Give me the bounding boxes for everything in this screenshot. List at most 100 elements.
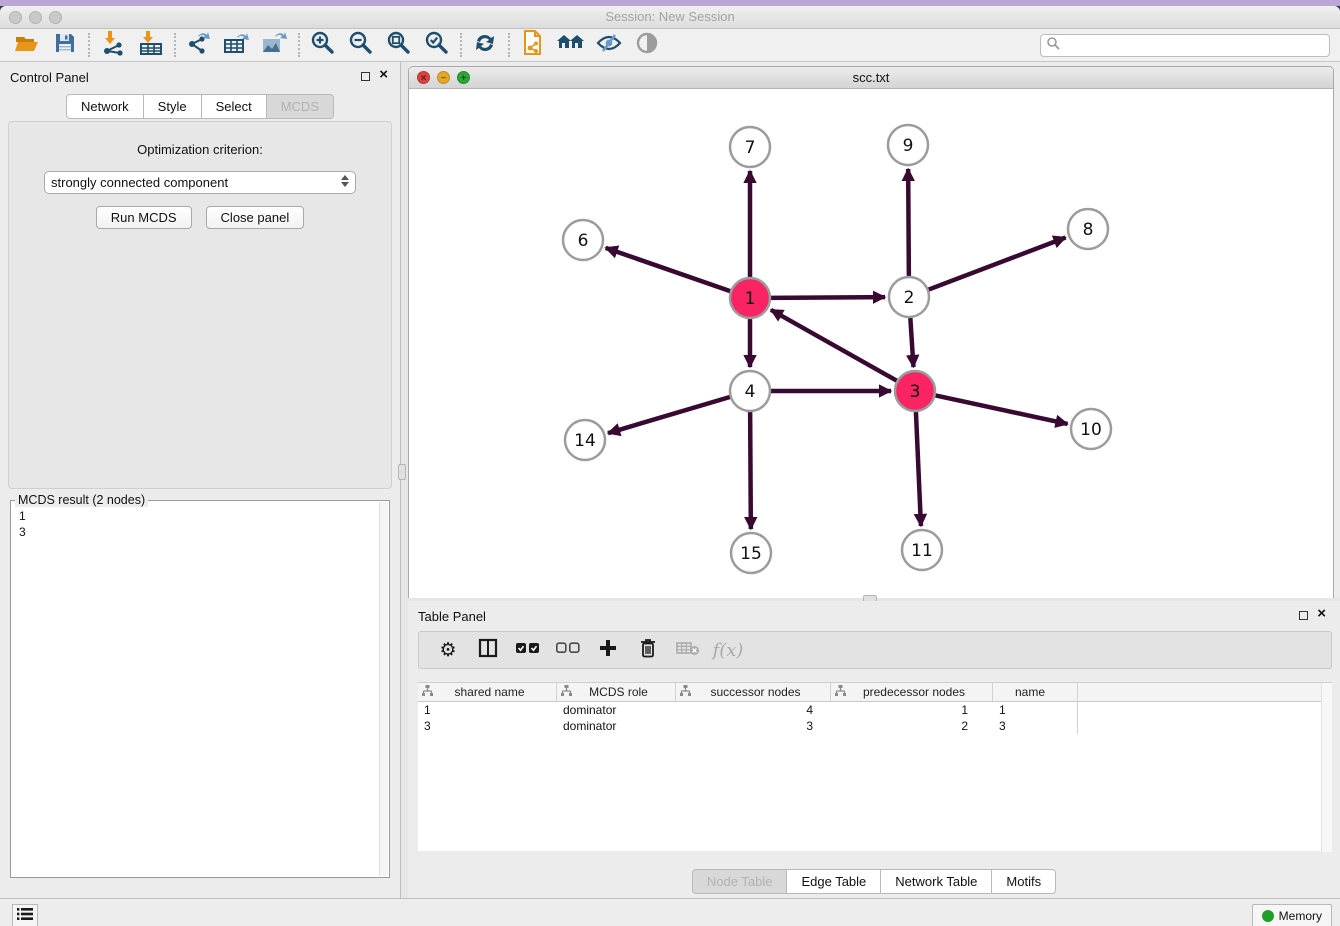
node-label-4: 4 [745, 382, 756, 402]
float-table-panel-icon[interactable] [1299, 611, 1308, 620]
optimization-select[interactable]: strongly connected component [44, 171, 356, 194]
import-network-button[interactable] [94, 31, 132, 59]
duplicate-network-button[interactable] [514, 31, 552, 59]
mcds-result-groupbox: MCDS result (2 nodes) 1 3 [10, 500, 390, 878]
network-frame-title: scc.txt [409, 70, 1333, 85]
edge-3-11[interactable] [916, 412, 921, 526]
import-table-icon [138, 30, 164, 61]
zoom-in-icon [310, 30, 336, 61]
network-graph[interactable]: 7968124314101511 [409, 89, 1333, 598]
edge-4-15[interactable] [750, 412, 751, 529]
table-scrollbar[interactable] [1321, 683, 1332, 852]
toolbar-search-field[interactable] [1040, 34, 1330, 57]
select-all-button[interactable] [513, 635, 543, 665]
column-layout-button[interactable] [473, 635, 503, 665]
tab-network-table[interactable]: Network Table [881, 869, 992, 894]
edge-3-10[interactable] [936, 395, 1068, 424]
column-header-predecessor-nodes[interactable]: predecessor nodes [831, 683, 993, 701]
deselect-all-icon [556, 641, 580, 659]
close-table-panel-icon[interactable]: × [1317, 606, 1326, 621]
search-icon [1046, 36, 1061, 56]
tab-style[interactable]: Style [144, 94, 202, 119]
fx-icon: f(x) [713, 640, 744, 661]
node-table: shared name MCDS role successor nodes pr… [418, 682, 1332, 851]
export-network-button[interactable] [180, 31, 218, 59]
panel-split-divider[interactable] [400, 62, 408, 898]
edge-2-3[interactable] [910, 318, 913, 367]
refresh-icon [473, 31, 497, 60]
column-header-successor-nodes[interactable]: successor nodes [676, 683, 831, 701]
cell-successor-nodes[interactable]: 3 [676, 718, 831, 734]
mcds-result-scrollbar[interactable] [379, 502, 388, 876]
columns-icon [478, 638, 498, 663]
memory-button[interactable]: Memory [1252, 904, 1332, 926]
close-panel-icon[interactable]: × [379, 67, 388, 82]
show-graphics-details-button[interactable] [628, 31, 666, 59]
eye-slash-icon [595, 31, 623, 60]
memory-status-icon [1262, 910, 1274, 922]
node-label-2: 2 [904, 288, 915, 308]
zoom-selected-button[interactable] [418, 31, 456, 59]
export-table-button[interactable] [218, 31, 256, 59]
column-header-mcds-role[interactable]: MCDS role [557, 683, 676, 701]
export-image-button[interactable] [256, 31, 294, 59]
column-type-icon [680, 685, 691, 699]
cell-shared-name[interactable]: 1 [418, 702, 557, 718]
mcds-result-text[interactable]: 1 3 [11, 502, 379, 877]
deselect-all-button[interactable] [553, 635, 583, 665]
run-mcds-button[interactable]: Run MCDS [96, 206, 192, 229]
column-header-name[interactable]: name [993, 683, 1078, 701]
cell-name[interactable]: 1 [993, 702, 1078, 718]
cell-name[interactable]: 3 [993, 718, 1078, 734]
save-session-button[interactable] [46, 31, 84, 59]
column-type-icon [422, 685, 433, 699]
show-panels-button[interactable] [12, 904, 38, 926]
zoom-out-button[interactable] [342, 31, 380, 59]
tab-select[interactable]: Select [202, 94, 267, 119]
edge-3-1[interactable] [771, 310, 897, 381]
search-input[interactable] [1061, 39, 1329, 53]
column-header-shared-name[interactable]: shared name [418, 683, 557, 701]
float-panel-icon[interactable] [361, 72, 370, 81]
network-overview-button[interactable] [552, 31, 590, 59]
cell-shared-name[interactable]: 3 [418, 718, 557, 734]
edge-2-8[interactable] [929, 238, 1066, 290]
open-folder-icon [14, 32, 40, 59]
node-label-11: 11 [911, 541, 933, 561]
cell-mcds-role[interactable]: dominator [557, 718, 676, 734]
import-table-button[interactable] [132, 31, 170, 59]
table-row[interactable]: 1 dominator 4 1 1 [418, 702, 1332, 718]
apply-layout-button[interactable] [466, 31, 504, 59]
delete-column-button[interactable] [633, 635, 663, 665]
column-type-icon [835, 685, 846, 699]
zoom-in-button[interactable] [304, 31, 342, 59]
tab-network[interactable]: Network [66, 94, 144, 119]
zoom-fit-button[interactable] [380, 31, 418, 59]
tab-edge-table[interactable]: Edge Table [787, 869, 881, 894]
mcds-panel: Optimization criterion: strongly connect… [8, 121, 392, 489]
add-column-button[interactable] [593, 635, 623, 665]
tab-motifs[interactable]: Motifs [992, 869, 1056, 894]
cell-predecessor-nodes[interactable]: 2 [831, 718, 993, 734]
split-handle[interactable] [398, 464, 406, 480]
plus-icon [598, 638, 618, 663]
cell-mcds-role[interactable]: dominator [557, 702, 676, 718]
export-image-icon [261, 30, 289, 61]
close-panel-button[interactable]: Close panel [206, 206, 305, 229]
zoom-out-icon [348, 30, 374, 61]
tab-node-table[interactable]: Node Table [692, 869, 788, 894]
edge-2-9[interactable] [908, 169, 909, 276]
edge-1-6[interactable] [606, 248, 730, 291]
open-folder-button[interactable] [8, 31, 46, 59]
table-row[interactable]: 3 dominator 3 2 3 [418, 718, 1332, 734]
network-canvas[interactable]: 7968124314101511 [409, 89, 1333, 598]
cell-predecessor-nodes[interactable]: 1 [831, 702, 993, 718]
edge-1-2[interactable] [771, 297, 885, 298]
hide-graphics-details-button[interactable] [590, 31, 628, 59]
cell-successor-nodes[interactable]: 4 [676, 702, 831, 718]
tab-mcds[interactable]: MCDS [267, 94, 334, 119]
export-network-icon [186, 30, 212, 61]
zoom-selected-icon [424, 30, 450, 61]
table-settings-button[interactable]: ⚙ [433, 635, 463, 665]
edge-4-14[interactable] [608, 397, 730, 433]
